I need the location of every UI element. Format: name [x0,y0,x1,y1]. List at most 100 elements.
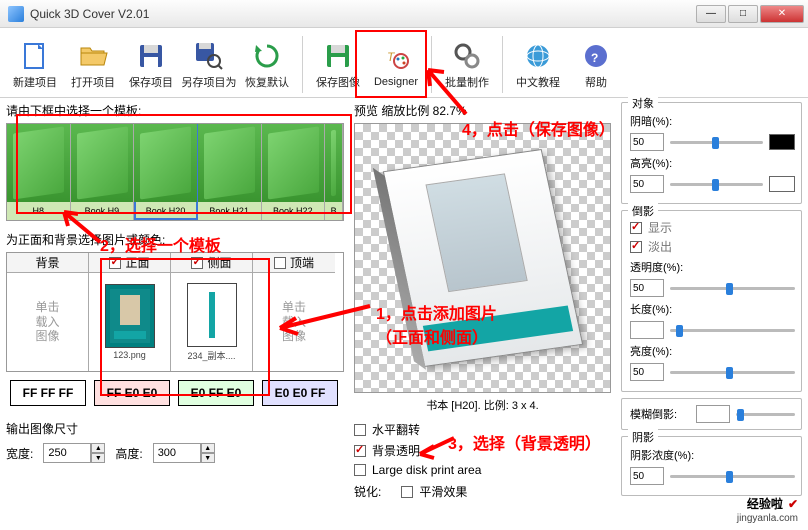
checkbox-icon[interactable] [191,257,203,269]
width-label: 宽度: [6,445,33,462]
height-label: 高度: [115,445,142,462]
checkbox-icon [630,222,642,234]
checkbox-icon [630,241,642,253]
group-title: 对象 [628,95,658,111]
annotation-text-4: 4，点击（保存图像） [462,116,615,140]
front-thumb [105,284,155,348]
spin-down[interactable]: ▼ [201,453,215,463]
blur-input[interactable] [696,405,730,423]
shadow-opacity-label: 阴影浓度(%): [630,447,700,463]
side-thumb [187,283,237,347]
app-icon [8,6,24,22]
brightness-slider[interactable] [670,365,795,379]
blur-label: 模糊倒影: [630,406,690,422]
height-spinner[interactable]: ▲▼ [153,443,215,463]
source-front[interactable]: 正面 123.png [89,253,171,371]
template-item[interactable]: Book H20 [134,124,198,220]
source-top-head: 顶端 [290,254,314,271]
restore-default-button[interactable]: 恢复默认 [238,32,296,97]
open-project-button[interactable]: 打开项目 [64,32,122,97]
refresh-icon [251,40,283,72]
output-size-label: 输出图像尺寸 [6,420,344,437]
spin-up[interactable]: ▲ [201,443,215,453]
bright-input[interactable] [630,175,664,193]
shadow-opacity-slider[interactable] [670,469,795,483]
width-spinner[interactable]: ▲▼ [43,443,105,463]
template-item[interactable]: B [325,124,343,220]
file-new-icon [19,40,51,72]
front-filename: 123.png [93,350,166,360]
new-project-button[interactable]: 新建项目 [6,32,64,97]
height-input[interactable] [153,443,201,463]
toolbar: 新建项目 打开项目 保存项目 另存项目为 恢复默认 保存图像 T Designe… [0,28,808,98]
show-reflect-checkbox[interactable]: 显示 [630,219,795,236]
group-blur-reflection: 模糊倒影: [621,398,802,430]
checkbox-icon[interactable] [274,257,286,269]
blur-slider[interactable] [736,407,795,421]
checkbox-icon [401,486,413,498]
designer-button[interactable]: T Designer [367,32,425,97]
source-side[interactable]: 侧面 234_副本.... [171,253,253,371]
brightness-input[interactable] [630,363,664,381]
spin-up[interactable]: ▲ [91,443,105,453]
color-swatch[interactable]: FF FF FF [10,380,86,406]
smooth-checkbox[interactable]: 平滑效果 [401,483,467,500]
length-input[interactable] [630,321,664,339]
annotation-text-2: 2，选择一个模板 [100,232,221,256]
spin-down[interactable]: ▼ [91,453,105,463]
palette-text-icon: T [380,42,412,74]
color-well[interactable] [769,134,795,150]
template-item[interactable]: Book H22 [262,124,326,220]
minimize-button[interactable]: — [696,5,726,23]
saveas-project-button[interactable]: 另存项目为 [180,32,238,97]
group-shadow: 阴影 阴影浓度(%): [621,436,802,496]
floppy-icon [135,40,167,72]
checkbox-icon [354,464,366,476]
checkbox-icon[interactable] [109,257,121,269]
arrow-icon [420,62,480,122]
export-image-button[interactable]: 保存图像 [309,32,367,97]
help-button[interactable]: ? 帮助 [567,32,625,97]
length-label: 长度(%): [630,301,686,317]
opacity-slider[interactable] [670,281,795,295]
source-bg[interactable]: 背景 单击 载入 图像 [7,253,89,371]
side-filename: 234_副本.... [175,349,248,362]
checkbox-icon [354,445,366,457]
source-front-head: 正面 [125,254,149,271]
width-input[interactable] [43,443,91,463]
globe-icon [522,40,554,72]
brightness-label: 亮度(%): [630,343,686,359]
opacity-input[interactable] [630,279,664,297]
checkbox-icon [354,424,366,436]
group-object: 对象 阴暗(%): 高亮(%): [621,102,802,204]
svg-text:?: ? [591,51,598,65]
tutorial-button[interactable]: 中文教程 [509,32,567,97]
save-project-button[interactable]: 保存项目 [122,32,180,97]
length-slider[interactable] [670,323,795,337]
annotation-text-1b: （正面和侧面） [376,324,488,348]
window-title: Quick 3D Cover V2.01 [30,7,694,21]
shadow-opacity-input[interactable] [630,467,664,485]
maximize-button[interactable]: □ [728,5,758,23]
bright-slider[interactable] [670,177,763,191]
source-side-head: 侧面 [207,254,231,271]
fade-reflect-checkbox[interactable]: 淡出 [630,238,795,255]
preview-canvas [354,123,611,393]
close-button[interactable]: ✕ [760,5,804,23]
color-swatch[interactable]: E0 E0 FF [262,380,338,406]
floppy-green-icon [322,40,354,72]
bright-label: 高亮(%): [630,155,686,171]
annotation-text-3: 3，选择（背景透明） [448,430,601,454]
floppy-search-icon [193,40,225,72]
color-well[interactable] [769,176,795,192]
folder-open-icon [77,40,109,72]
color-swatch[interactable]: E0 FF E0 [178,380,254,406]
color-swatch[interactable]: FF E0 E0 [94,380,170,406]
opacity-label: 透明度(%): [630,259,686,275]
dark-input[interactable] [630,133,664,151]
book-info: 书本 [H20]. 比例: 3 x 4. [354,397,611,413]
template-item[interactable]: Book H21 [198,124,262,220]
annotation-text-1: 1，点击添加图片 [376,300,497,324]
large-disk-checkbox[interactable]: Large disk print area [354,463,611,477]
dark-slider[interactable] [670,135,763,149]
